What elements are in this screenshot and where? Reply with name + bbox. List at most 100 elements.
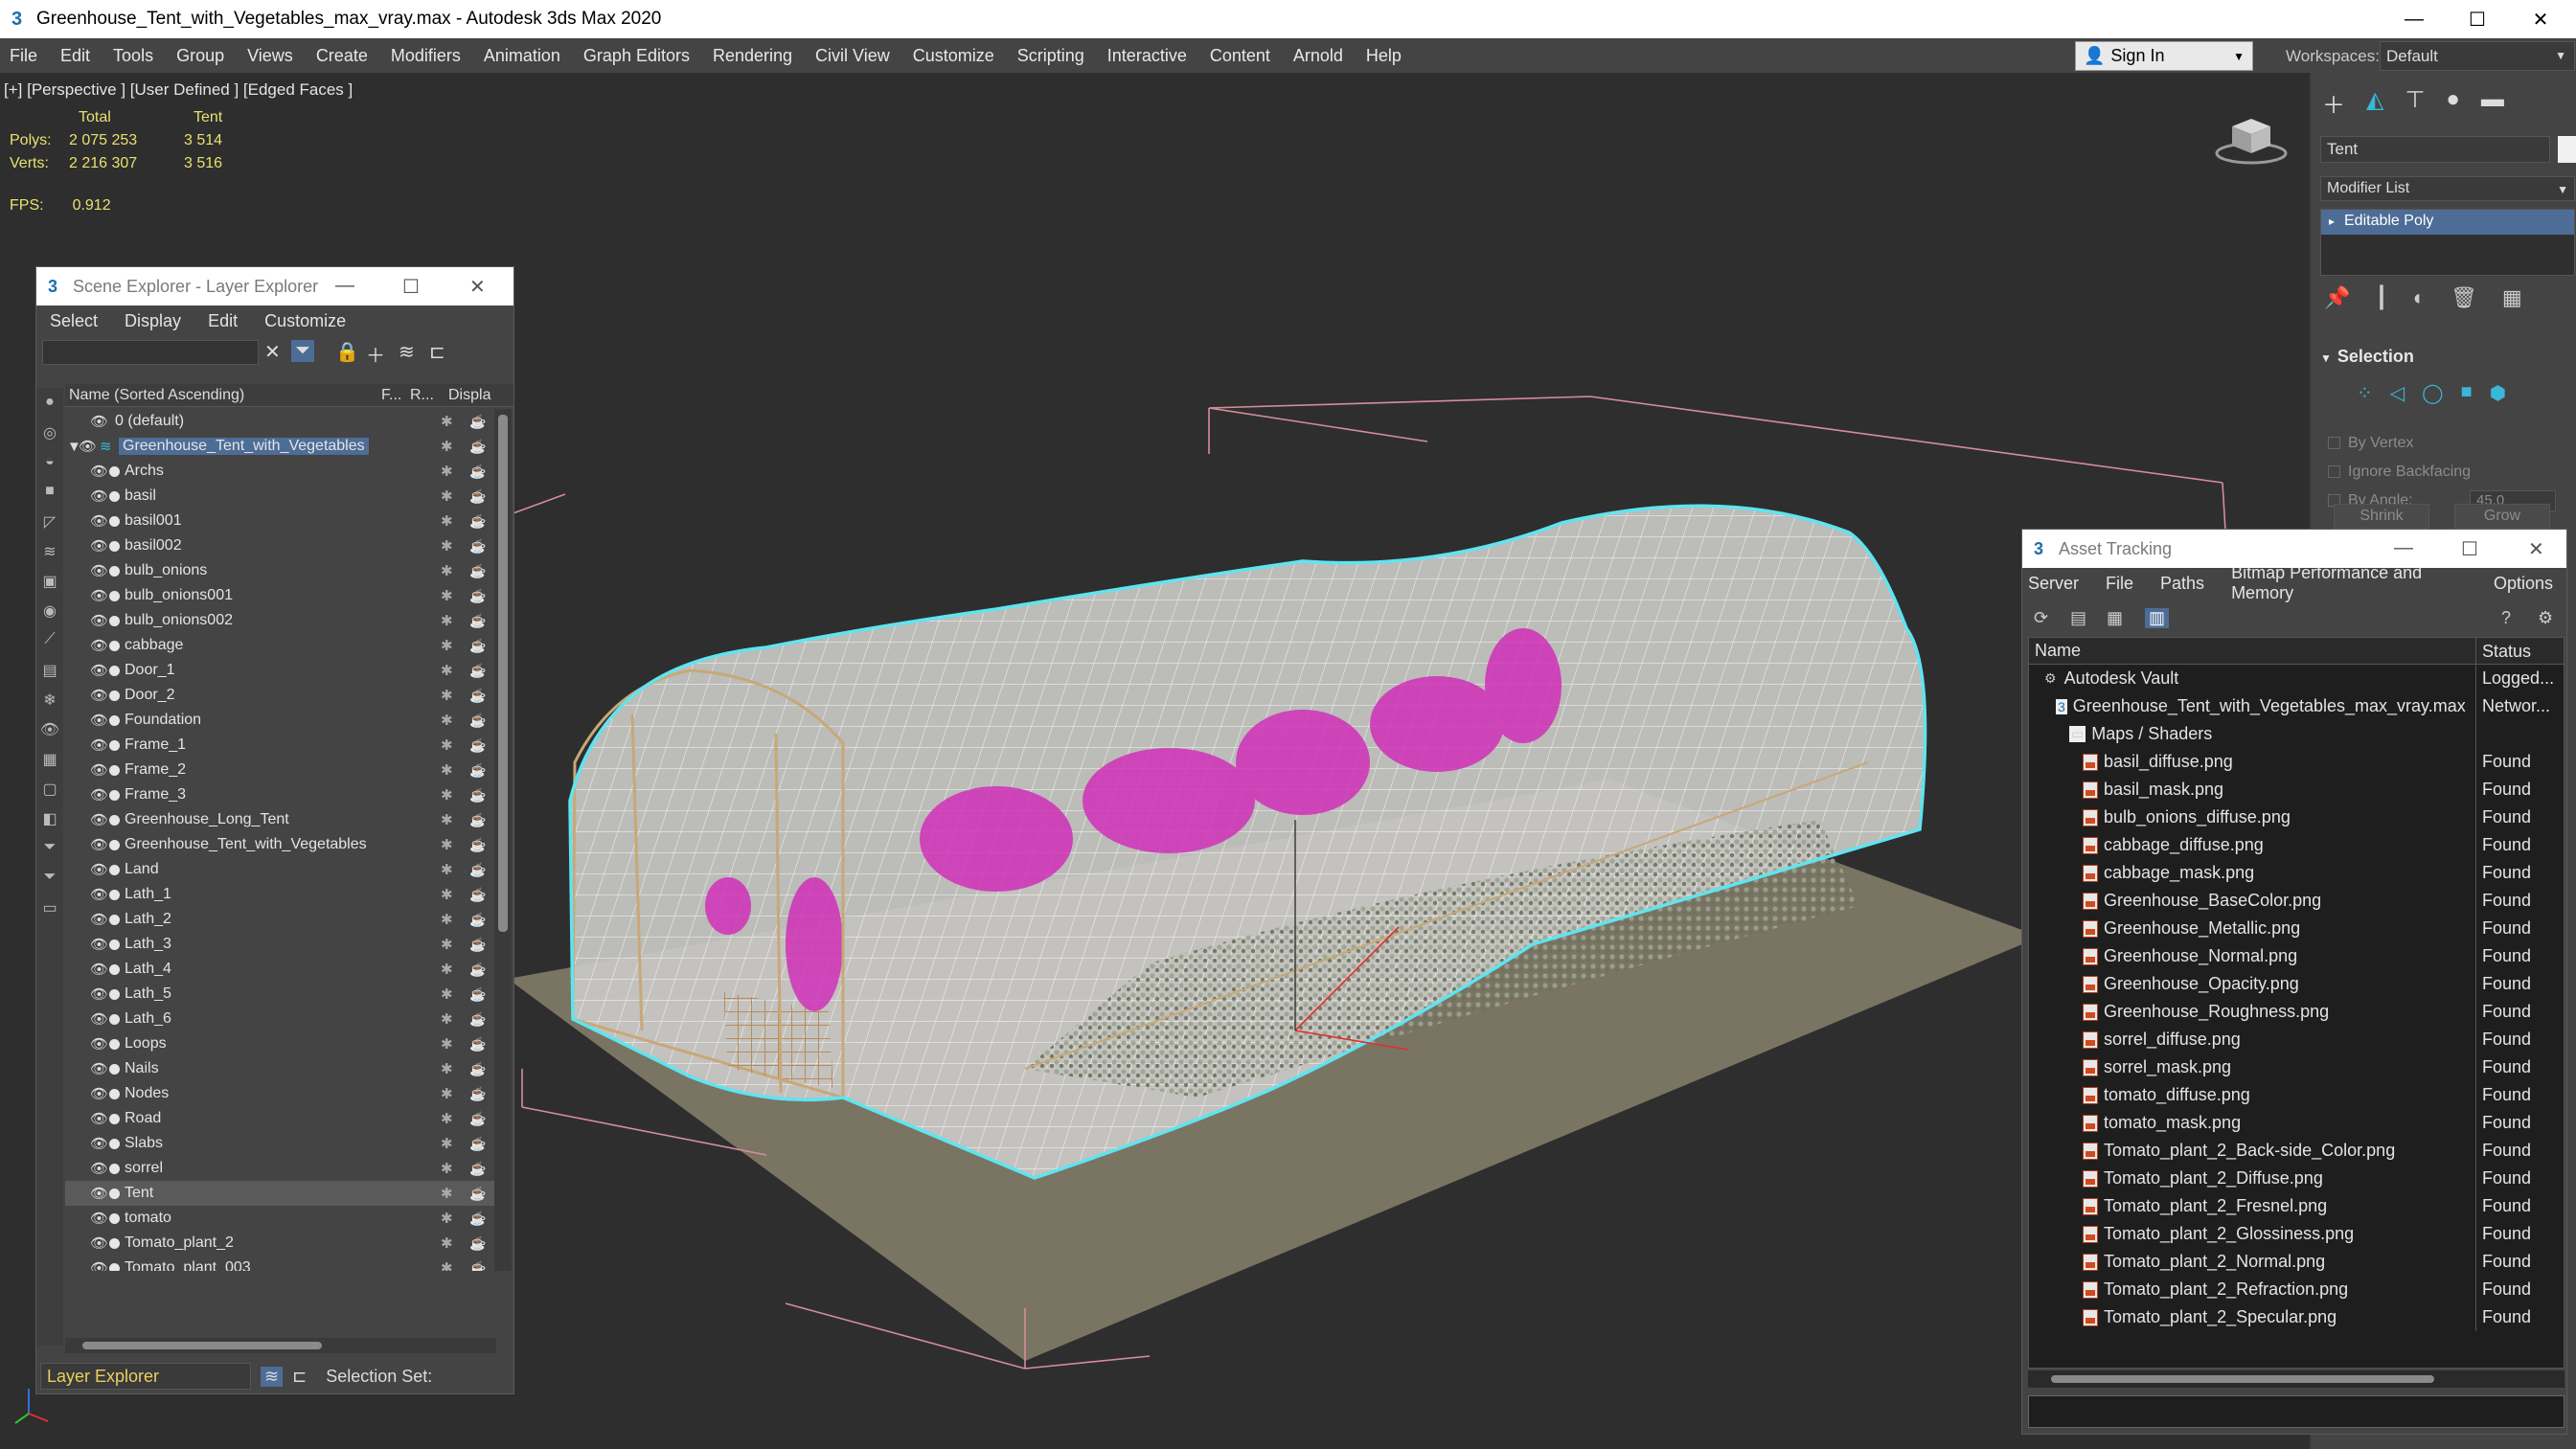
- asset-row[interactable]: ⚙ Autodesk Vault Logged...: [2029, 665, 2564, 692]
- menu-group[interactable]: Group: [165, 46, 236, 66]
- asset-row[interactable]: tomato_mask.png Found: [2029, 1109, 2564, 1137]
- render-teapot-icon[interactable]: ☕: [469, 439, 486, 455]
- layer-row[interactable]: 👁 basil001 ✱ ☕: [65, 509, 494, 533]
- close-button[interactable]: ✕: [2528, 537, 2544, 561]
- asset-row[interactable]: sorrel_mask.png Found: [2029, 1053, 2564, 1081]
- layer-row[interactable]: 👁 bulb_onions002 ✱ ☕: [65, 608, 494, 633]
- asset-tracking-titlebar[interactable]: 3 Asset Tracking — ☐ ✕: [2022, 530, 2566, 568]
- filter-containers-icon[interactable]: ▤: [36, 655, 63, 685]
- freeze-icon[interactable]: ✱: [441, 662, 453, 679]
- scrollbar-thumb[interactable]: [498, 415, 508, 932]
- make-unique-icon[interactable]: ◐: [2413, 285, 2426, 310]
- asset-row[interactable]: ▭ Maps / Shaders: [2029, 720, 2564, 748]
- visibility-eye-icon[interactable]: 👁: [90, 587, 108, 604]
- freeze-icon[interactable]: ✱: [441, 612, 453, 629]
- visibility-eye-icon[interactable]: 👁: [90, 712, 108, 729]
- render-teapot-icon[interactable]: ☕: [469, 1036, 486, 1053]
- asset-row[interactable]: Greenhouse_BaseColor.png Found: [2029, 887, 2564, 915]
- se-menu-customize[interactable]: Customize: [251, 311, 359, 331]
- freeze-icon[interactable]: ✱: [441, 1259, 453, 1271]
- menu-edit[interactable]: Edit: [49, 46, 102, 66]
- render-teapot-icon[interactable]: ☕: [469, 862, 486, 878]
- asset-row[interactable]: tomato_diffuse.png Found: [2029, 1081, 2564, 1109]
- create-tab-icon[interactable]: ＋: [2322, 86, 2345, 120]
- remove-modifier-icon[interactable]: 🗑: [2451, 285, 2477, 310]
- freeze-icon[interactable]: ✱: [441, 687, 453, 704]
- minimize-button[interactable]: —: [335, 275, 354, 297]
- hierarchy-tab-icon[interactable]: ⊤: [2405, 86, 2425, 120]
- menu-graph-editors[interactable]: Graph Editors: [572, 46, 701, 66]
- element-mode-icon[interactable]: ⬢: [2490, 381, 2506, 405]
- visibility-eye-icon[interactable]: 👁: [90, 761, 108, 779]
- layers-icon[interactable]: ≋: [261, 1366, 284, 1387]
- visibility-eye-icon[interactable]: 👁: [90, 1085, 108, 1102]
- render-teapot-icon[interactable]: ☕: [469, 613, 486, 629]
- freeze-icon[interactable]: ✱: [441, 886, 453, 903]
- filter-icon[interactable]: ⏷: [291, 340, 314, 362]
- menu-interactive[interactable]: Interactive: [1096, 46, 1198, 66]
- search-input[interactable]: [42, 340, 259, 365]
- render-teapot-icon[interactable]: ☕: [469, 464, 486, 480]
- render-teapot-icon[interactable]: ☕: [469, 513, 486, 530]
- freeze-icon[interactable]: ✱: [441, 1085, 453, 1102]
- show-end-result-icon[interactable]: ┃: [2375, 285, 2387, 310]
- render-teapot-icon[interactable]: ☕: [469, 1260, 486, 1272]
- render-teapot-icon[interactable]: ☕: [469, 937, 486, 953]
- at-menu-file[interactable]: File: [2092, 574, 2147, 594]
- lock-icon[interactable]: 🔒: [335, 340, 359, 364]
- tree-view-icon[interactable]: ▥: [2145, 608, 2170, 628]
- render-teapot-icon[interactable]: ☕: [469, 1111, 486, 1127]
- freeze-icon[interactable]: ✱: [441, 786, 453, 804]
- asset-row[interactable]: Tomato_plant_2_Diffuse.png Found: [2029, 1165, 2564, 1192]
- layer-row[interactable]: 👁 Lath_3 ✱ ☕: [65, 932, 494, 957]
- list-view-icon[interactable]: ▤: [2070, 608, 2086, 628]
- by-vertex-checkbox[interactable]: By Vertex: [2328, 435, 2413, 452]
- layer-row[interactable]: 👁 Frame_2 ✱ ☕: [65, 758, 494, 782]
- se-menu-display[interactable]: Display: [111, 311, 194, 331]
- display-tab-icon[interactable]: ▬: [2481, 86, 2504, 120]
- visibility-eye-icon[interactable]: 👁: [90, 512, 108, 530]
- asset-row[interactable]: Greenhouse_Roughness.png Found: [2029, 998, 2564, 1026]
- freeze-icon[interactable]: ✱: [441, 861, 453, 878]
- menu-civil-view[interactable]: Civil View: [804, 46, 901, 66]
- layer-row[interactable]: 👁 Nodes ✱ ☕: [65, 1081, 494, 1106]
- minimize-button[interactable]: —: [2394, 537, 2413, 559]
- layer-row[interactable]: 👁 Frame_1 ✱ ☕: [65, 733, 494, 758]
- freeze-icon[interactable]: ✱: [441, 537, 453, 555]
- menu-create[interactable]: Create: [305, 46, 379, 66]
- column-status-header[interactable]: Status: [2475, 638, 2531, 665]
- render-teapot-icon[interactable]: ☕: [469, 1136, 486, 1152]
- se-menu-select[interactable]: Select: [36, 311, 111, 331]
- visibility-eye-icon[interactable]: 👁: [90, 886, 108, 903]
- asset-row[interactable]: basil_mask.png Found: [2029, 776, 2564, 804]
- render-teapot-icon[interactable]: ☕: [469, 1086, 486, 1102]
- visibility-eye-icon[interactable]: 👁: [90, 961, 108, 978]
- stack-item-editable-poly[interactable]: Editable Poly: [2321, 210, 2574, 235]
- asset-row[interactable]: bulb_onions_diffuse.png Found: [2029, 804, 2564, 831]
- visibility-eye-icon[interactable]: 👁: [90, 562, 108, 579]
- minimize-button[interactable]: —: [2385, 0, 2443, 38]
- layer-row[interactable]: 👁 Lath_4 ✱ ☕: [65, 957, 494, 982]
- render-teapot-icon[interactable]: ☕: [469, 887, 486, 903]
- asset-row[interactable]: basil_diffuse.png Found: [2029, 748, 2564, 776]
- visibility-eye-icon[interactable]: 👁: [90, 861, 108, 878]
- at-menu-server[interactable]: Server: [2022, 574, 2092, 594]
- render-teapot-icon[interactable]: ☕: [469, 563, 486, 579]
- render-teapot-icon[interactable]: ☕: [469, 762, 486, 779]
- layer-row[interactable]: 👁 basil002 ✱ ☕: [65, 533, 494, 558]
- help-icon[interactable]: ?: [2501, 608, 2511, 628]
- visibility-eye-icon[interactable]: 👁: [90, 1234, 108, 1252]
- layer-row[interactable]: 👁 Loops ✱ ☕: [65, 1031, 494, 1056]
- filter-cameras-icon[interactable]: ■: [36, 477, 63, 507]
- ignore-backfacing-checkbox[interactable]: Ignore Backfacing: [2328, 464, 2471, 481]
- menu-arnold[interactable]: Arnold: [1282, 46, 1355, 66]
- filter-groups-icon[interactable]: ▣: [36, 566, 63, 596]
- layer-row[interactable]: 👁 Frame_3 ✱ ☕: [65, 782, 494, 807]
- freeze-icon[interactable]: ✱: [441, 736, 453, 754]
- layer-list-hscrollbar[interactable]: [65, 1338, 496, 1353]
- layer-row[interactable]: 👁 basil ✱ ☕: [65, 484, 494, 509]
- layer-row[interactable]: 👁 Nails ✱ ☕: [65, 1056, 494, 1081]
- grow-button[interactable]: Grow: [2454, 504, 2550, 529]
- table-view-icon[interactable]: ▦: [2107, 608, 2123, 628]
- motion-tab-icon[interactable]: ●: [2446, 86, 2460, 120]
